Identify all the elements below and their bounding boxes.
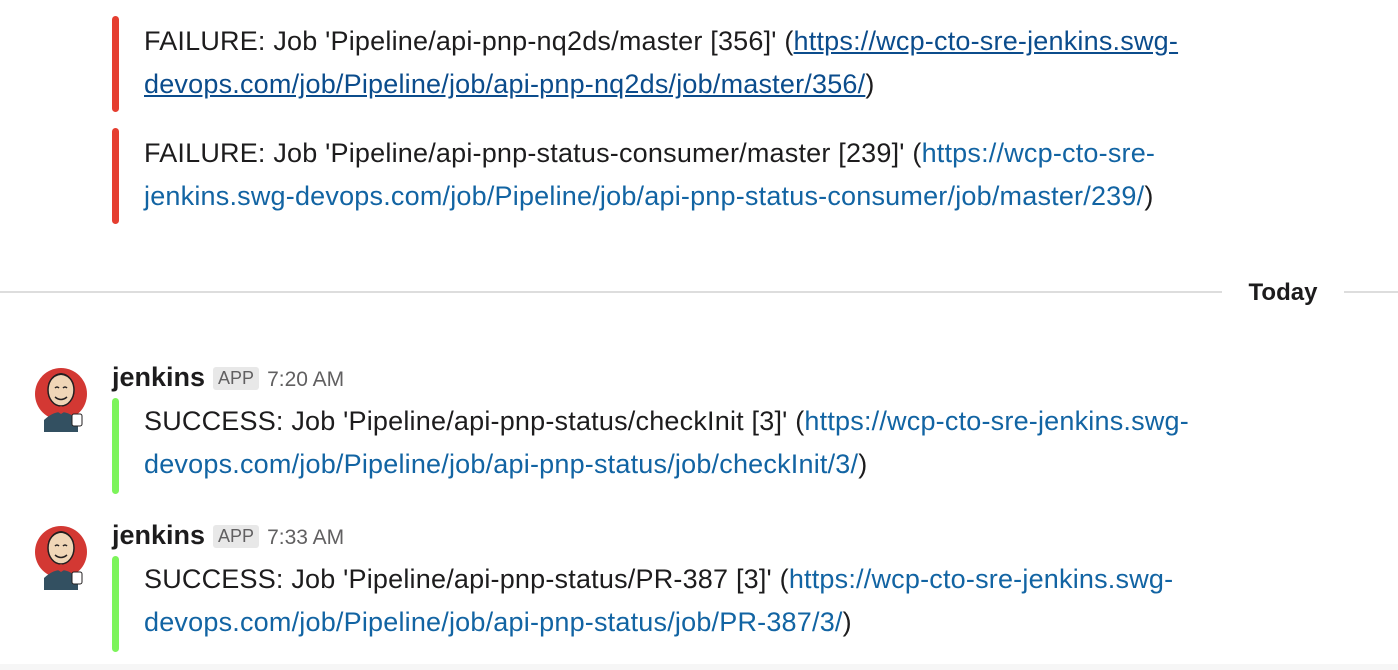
attachment-prefix: FAILURE: Job 'Pipeline/api-pnp-nq2ds/mas…: [144, 26, 794, 56]
attachment-suffix: ): [858, 449, 868, 479]
status-bar-failure: [112, 16, 119, 112]
message-header: jenkins APP 7:20 AM: [112, 362, 344, 394]
day-divider-label[interactable]: Today: [1222, 274, 1344, 312]
message-timestamp[interactable]: 7:20 AM: [267, 368, 344, 392]
attachment-failure-status-consumer: FAILURE: Job 'Pipeline/api-pnp-status-co…: [112, 128, 1312, 224]
jenkins-butler-icon[interactable]: [34, 360, 88, 432]
message-header: jenkins APP 7:33 AM: [112, 520, 344, 552]
attachment-success-pr-387: SUCCESS: Job 'Pipeline/api-pnp-status/PR…: [112, 556, 1312, 652]
sender-name[interactable]: jenkins: [112, 520, 205, 551]
attachment-text: SUCCESS: Job 'Pipeline/api-pnp-status/PR…: [144, 558, 1304, 644]
attachment-success-checkinit: SUCCESS: Job 'Pipeline/api-pnp-status/ch…: [112, 398, 1312, 494]
day-divider-line-right: [1344, 291, 1398, 293]
attachment-suffix: ): [842, 607, 852, 637]
attachment-failure-nq2ds: FAILURE: Job 'Pipeline/api-pnp-nq2ds/mas…: [112, 16, 1312, 112]
attachment-suffix: ): [1144, 181, 1154, 211]
attachment-prefix: FAILURE: Job 'Pipeline/api-pnp-status-co…: [144, 138, 922, 168]
attachment-text: FAILURE: Job 'Pipeline/api-pnp-status-co…: [144, 132, 1304, 218]
message-pane: FAILURE: Job 'Pipeline/api-pnp-nq2ds/mas…: [0, 0, 1398, 670]
status-bar-success: [112, 556, 119, 652]
message-timestamp[interactable]: 7:33 AM: [267, 526, 344, 550]
attachment-text: SUCCESS: Job 'Pipeline/api-pnp-status/ch…: [144, 400, 1304, 486]
day-divider-line-left: [0, 291, 1222, 293]
status-bar-failure: [112, 128, 119, 224]
composer-edge: [0, 664, 1398, 670]
attachment-prefix: SUCCESS: Job 'Pipeline/api-pnp-status/ch…: [144, 406, 805, 436]
jenkins-butler-icon[interactable]: [34, 518, 88, 590]
status-bar-success: [112, 398, 119, 494]
attachment-text: FAILURE: Job 'Pipeline/api-pnp-nq2ds/mas…: [144, 20, 1304, 106]
app-badge: APP: [213, 367, 260, 390]
app-badge: APP: [213, 525, 260, 548]
attachment-prefix: SUCCESS: Job 'Pipeline/api-pnp-status/PR…: [144, 564, 789, 594]
attachment-suffix: ): [865, 69, 875, 99]
sender-name[interactable]: jenkins: [112, 362, 205, 393]
